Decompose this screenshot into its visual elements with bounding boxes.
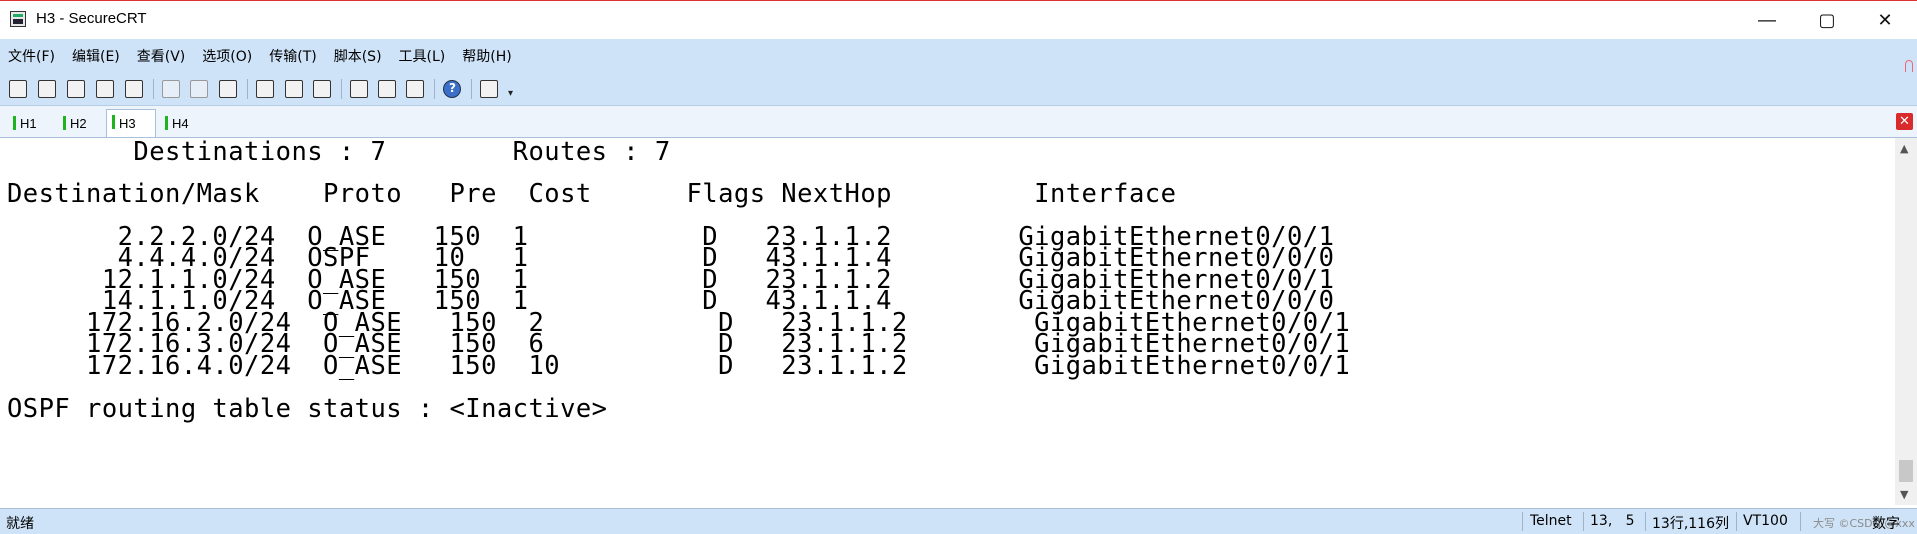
sftp-icon[interactable] (480, 80, 498, 98)
status-bar: 就绪 Telnet 13, 5 13行,116列 VT100 大写 ©CSDN … (0, 508, 1917, 534)
connect-tab-icon[interactable] (67, 80, 85, 98)
maximize-icon[interactable]: ▢ (1804, 1, 1850, 39)
connected-indicator-icon (112, 115, 115, 129)
session-tab-bar: H1 H2 H3 H4 ✕ (0, 106, 1917, 138)
close-icon[interactable]: ✕ (1862, 1, 1908, 39)
status-emulation: VT100 (1743, 513, 1788, 529)
status-dimensions: 13行,116列 (1652, 516, 1729, 532)
toolbar-separator (153, 79, 154, 99)
tab-label: H4 (172, 115, 189, 131)
scrollbar-thumb[interactable] (1899, 460, 1913, 482)
tab-label: H1 (20, 115, 37, 131)
terminal-summary-line: Destinations : 7 Routes : 7 (7, 138, 671, 167)
global-options-icon[interactable] (378, 80, 396, 98)
status-separator (1645, 512, 1646, 531)
status-separator (1800, 512, 1801, 531)
quick-connect-icon[interactable] (38, 80, 56, 98)
print-screen-icon[interactable] (256, 80, 274, 98)
help-icon[interactable] (443, 80, 461, 98)
toolbar: ▾ (0, 72, 1917, 106)
tab-h1[interactable]: H1 (8, 111, 52, 135)
status-separator (1736, 512, 1737, 531)
close-tab-icon[interactable]: ✕ (1896, 113, 1913, 130)
toolbar-separator (341, 79, 342, 99)
menu-view[interactable]: 查看(V) (137, 46, 186, 66)
menu-script[interactable]: 脚本(S) (334, 46, 382, 66)
connected-indicator-icon (165, 116, 168, 130)
status-protocol: Telnet (1530, 513, 1572, 529)
minimize-icon[interactable]: ― (1744, 1, 1790, 39)
menu-bar: 文件(F) 编辑(E) 查看(V) 选项(O) 传输(T) 脚本(S) 工具(L… (0, 39, 1917, 72)
tab-h4[interactable]: H4 (160, 111, 204, 135)
connect-icon[interactable] (9, 80, 27, 98)
scroll-up-icon[interactable]: ▲ (1900, 142, 1908, 155)
status-separator (1583, 512, 1584, 531)
vertical-scrollbar[interactable]: ▲ ▼ (1895, 138, 1917, 505)
scroll-down-icon[interactable]: ▼ (1900, 488, 1908, 501)
toolbar-dropdown-icon[interactable]: ▾ (508, 88, 513, 99)
status-ready: 就绪 (6, 516, 34, 532)
securecrt-app-icon[interactable] (10, 11, 26, 27)
terminal-output[interactable]: Destinations : 7 Routes : 7 Destination/… (0, 138, 1895, 505)
connected-indicator-icon (13, 116, 16, 130)
connected-indicator-icon (63, 116, 66, 130)
menu-edit[interactable]: 编辑(E) (72, 46, 120, 66)
session-options-icon[interactable] (350, 80, 368, 98)
menu-file[interactable]: 文件(F) (8, 46, 55, 66)
toolbar-separator (247, 79, 248, 99)
route-row: 172.16.4.0/24 O_ASE 150 10 D 23.1.1.2 Gi… (7, 351, 1351, 381)
find-icon[interactable] (219, 80, 237, 98)
print-selection-icon[interactable] (285, 80, 303, 98)
key-map-icon[interactable] (406, 80, 424, 98)
toolbar-separator (471, 79, 472, 99)
printer-icon[interactable] (313, 80, 331, 98)
terminal-status-line: OSPF routing table status : <Inactive> (7, 394, 608, 424)
menu-transfer[interactable]: 传输(T) (269, 46, 316, 66)
tab-label: H2 (70, 115, 87, 131)
tab-h2[interactable]: H2 (58, 111, 102, 135)
status-cursor-position: 13, 5 (1590, 513, 1635, 529)
tab-label: H3 (119, 116, 136, 131)
copy-icon[interactable] (162, 80, 180, 98)
reconnect-icon[interactable] (96, 80, 114, 98)
status-numlock: 数字 (1872, 516, 1900, 532)
tab-h3[interactable]: H3 (106, 109, 156, 137)
title-bar: H3 - SecureCRT ― ▢ ✕ (0, 0, 1917, 39)
status-separator (1522, 512, 1523, 531)
menu-tools[interactable]: 工具(L) (399, 46, 446, 66)
menu-options[interactable]: 选项(O) (202, 46, 252, 66)
window-title: H3 - SecureCRT (36, 10, 147, 27)
terminal-header-line: Destination/Mask Proto Pre Cost Flags Ne… (7, 179, 1177, 209)
toolbar-separator (434, 79, 435, 99)
disconnect-icon[interactable] (125, 80, 143, 98)
menu-help[interactable]: 帮助(H) (462, 46, 511, 66)
paste-icon[interactable] (190, 80, 208, 98)
